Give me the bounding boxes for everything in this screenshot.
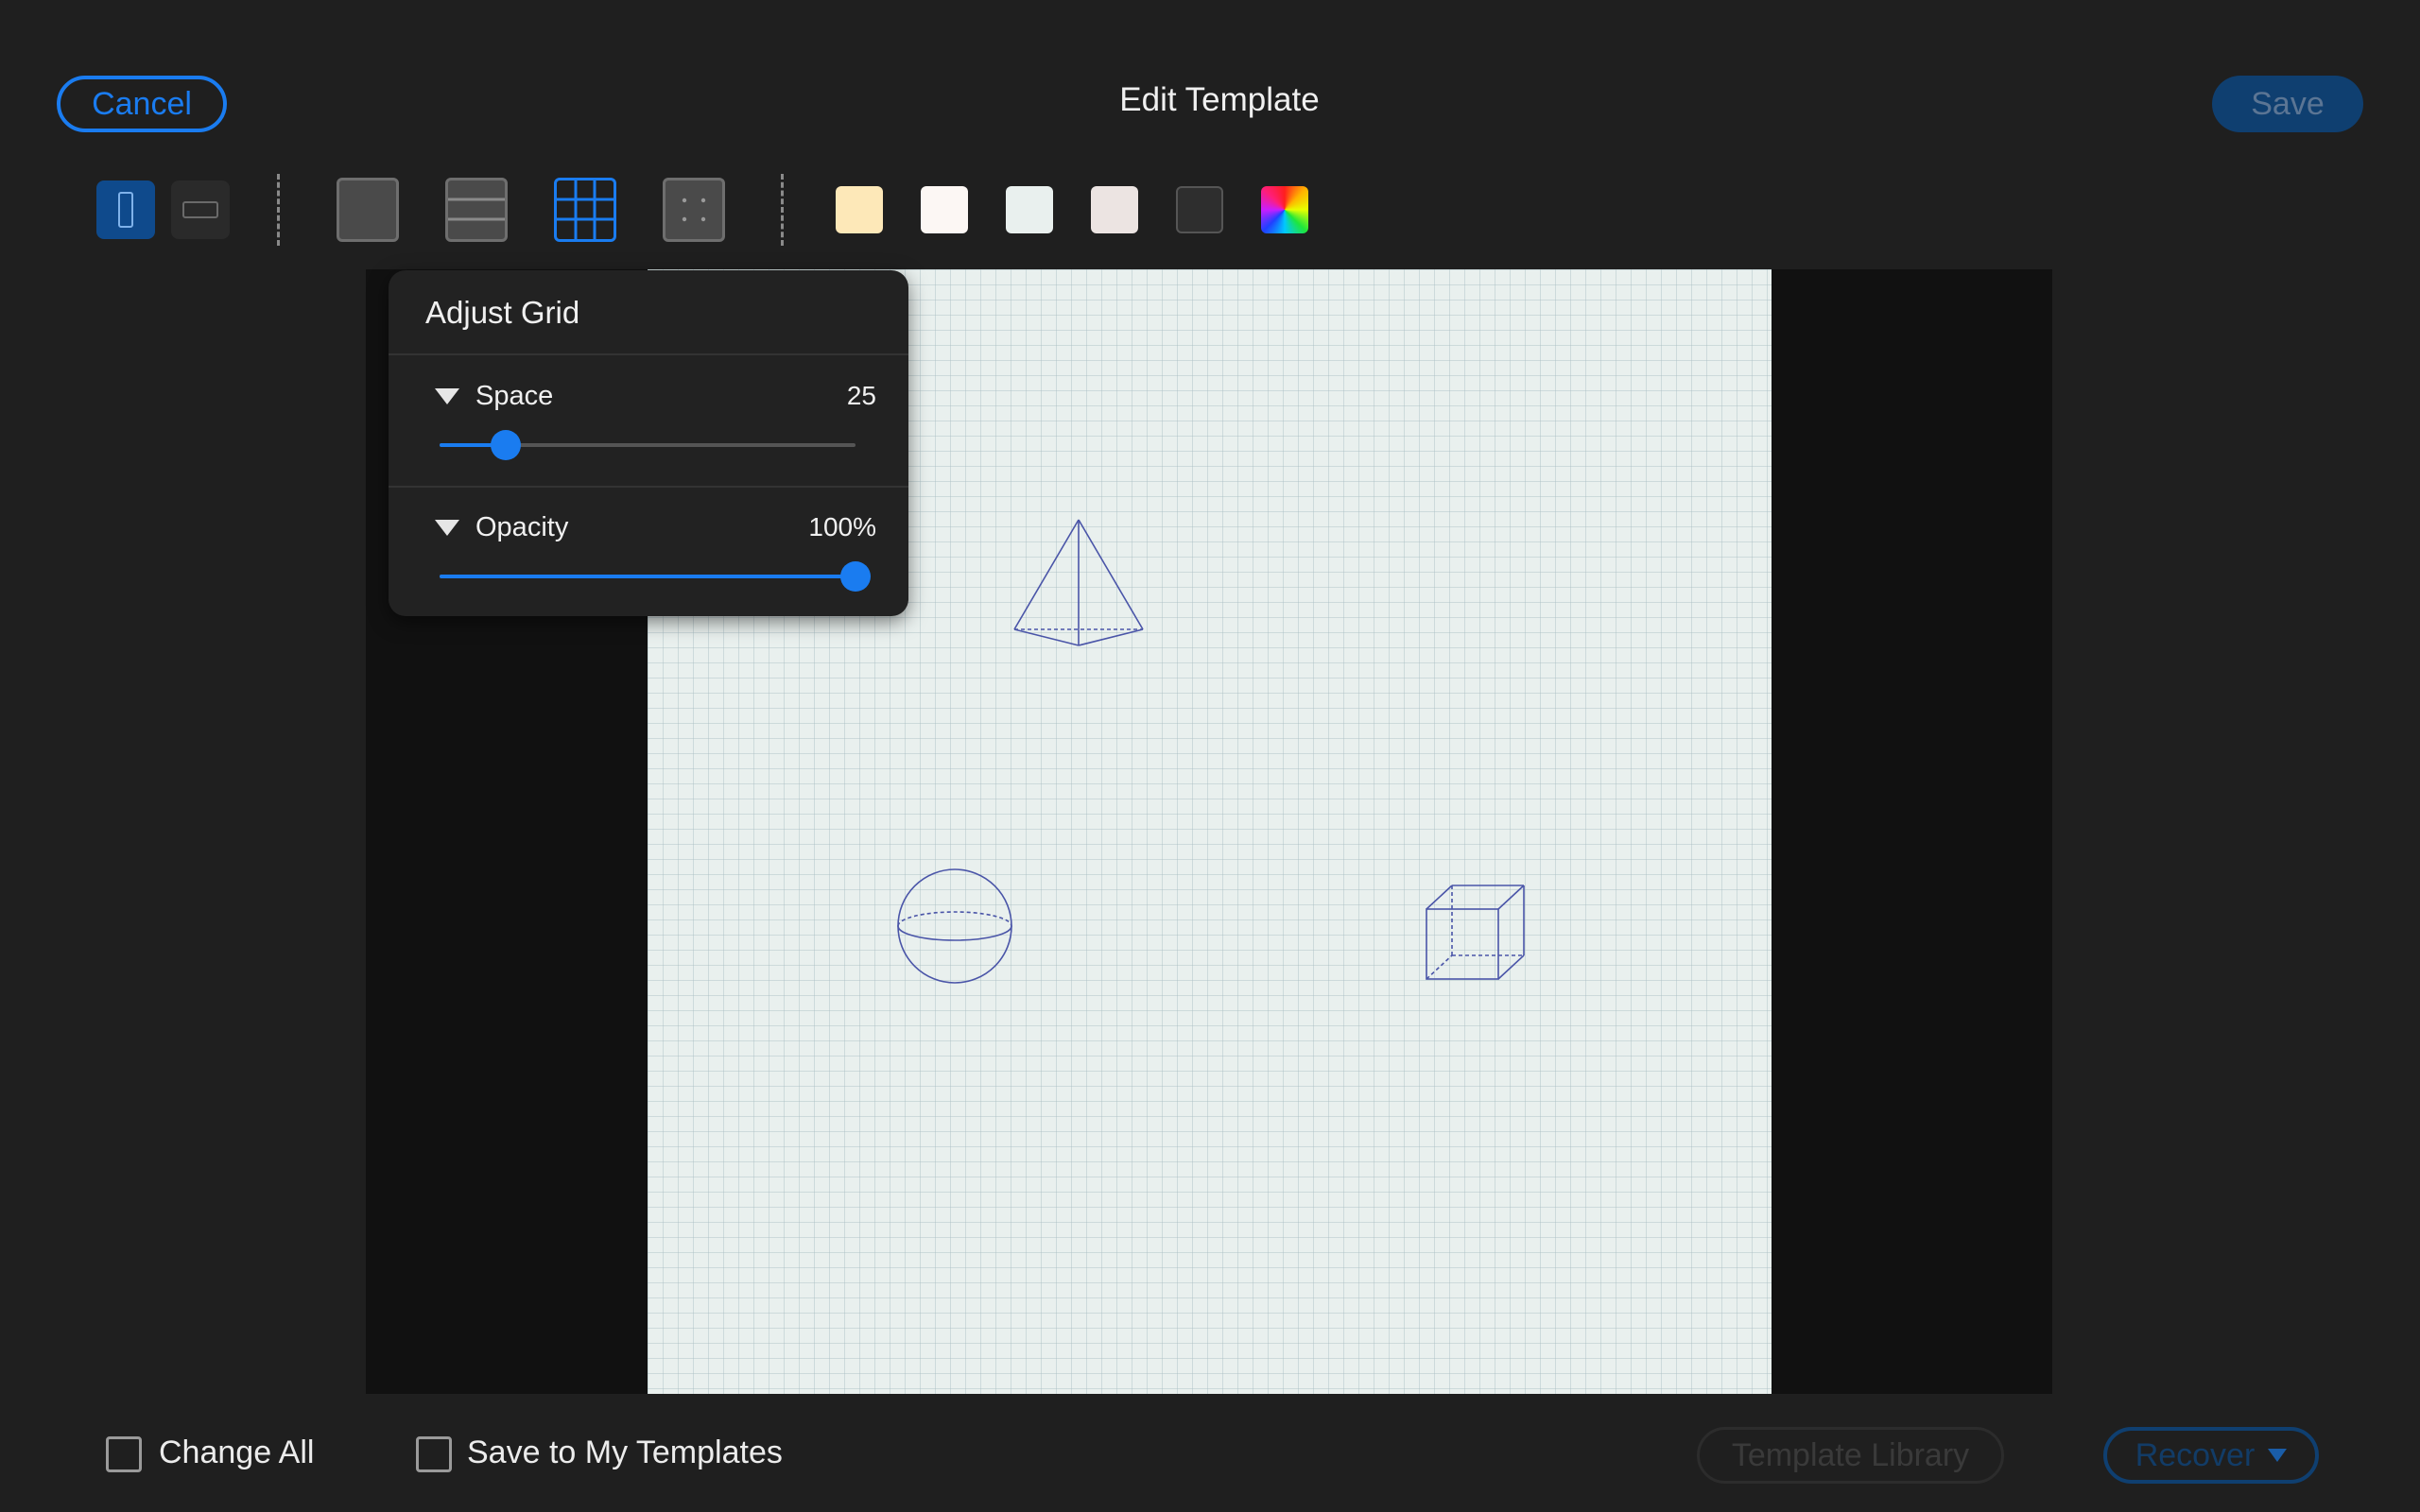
collapse-triangle-icon[interactable] — [435, 520, 459, 536]
recover-button[interactable]: Recover — [2103, 1427, 2319, 1484]
collapse-triangle-icon[interactable] — [435, 388, 459, 404]
portrait-orientation-button[interactable] — [96, 180, 155, 239]
dropdown-caret-icon — [2268, 1449, 2288, 1462]
lined-style-button[interactable] — [445, 178, 508, 242]
sphere-drawing — [897, 868, 1012, 984]
blank-page-icon — [339, 180, 396, 239]
toolbar-divider — [781, 174, 784, 246]
save-to-templates-label: Save to My Templates — [467, 1435, 783, 1470]
color-swatch-mint[interactable] — [1006, 186, 1053, 233]
opacity-value: 100% — [808, 512, 876, 541]
opacity-slider-thumb[interactable] — [840, 561, 871, 592]
page-title: Edit Template — [1119, 81, 1320, 118]
color-swatch-white[interactable] — [921, 186, 968, 233]
color-swatch-dark[interactable] — [1176, 186, 1223, 233]
save-to-templates-checkbox[interactable] — [416, 1436, 452, 1472]
grid-page-icon — [557, 180, 614, 239]
space-slider[interactable] — [440, 430, 856, 460]
custom-color-picker[interactable] — [1261, 186, 1308, 233]
change-all-checkbox[interactable] — [106, 1436, 142, 1472]
grid-style-button[interactable] — [554, 178, 616, 242]
toolbar-divider — [277, 174, 280, 246]
space-value: 25 — [846, 381, 876, 410]
space-label: Space — [475, 381, 554, 411]
color-swatch-cream[interactable] — [836, 186, 883, 233]
adjust-grid-panel: Adjust Grid Space 25 Opacity 100% — [389, 270, 908, 616]
opacity-slider-fill — [440, 575, 856, 578]
cube-drawing — [1426, 885, 1525, 980]
opacity-label: Opacity — [475, 512, 569, 542]
panel-title: Adjust Grid — [425, 295, 580, 330]
blank-style-button[interactable] — [337, 178, 399, 242]
panel-divider — [389, 486, 908, 488]
recover-label: Recover — [2135, 1436, 2256, 1473]
dots-style-button[interactable] — [663, 178, 725, 242]
pyramid-drawing — [1013, 519, 1144, 646]
dotted-page-icon — [682, 198, 706, 222]
color-swatch-pink-gray[interactable] — [1091, 186, 1138, 233]
landscape-orientation-button[interactable] — [171, 180, 230, 239]
space-slider-thumb[interactable] — [491, 430, 522, 460]
opacity-slider[interactable] — [440, 561, 871, 592]
edit-template-screen: Cancel Edit Template Save Adjust Grid Sp… — [0, 0, 2420, 1512]
panel-divider — [389, 353, 908, 355]
save-button[interactable]: Save — [2212, 76, 2363, 132]
template-library-button[interactable]: Template Library — [1697, 1427, 2004, 1484]
portrait-icon — [118, 192, 133, 228]
landscape-icon — [182, 201, 218, 218]
change-all-label: Change All — [159, 1435, 315, 1470]
lined-page-icon — [448, 198, 505, 221]
